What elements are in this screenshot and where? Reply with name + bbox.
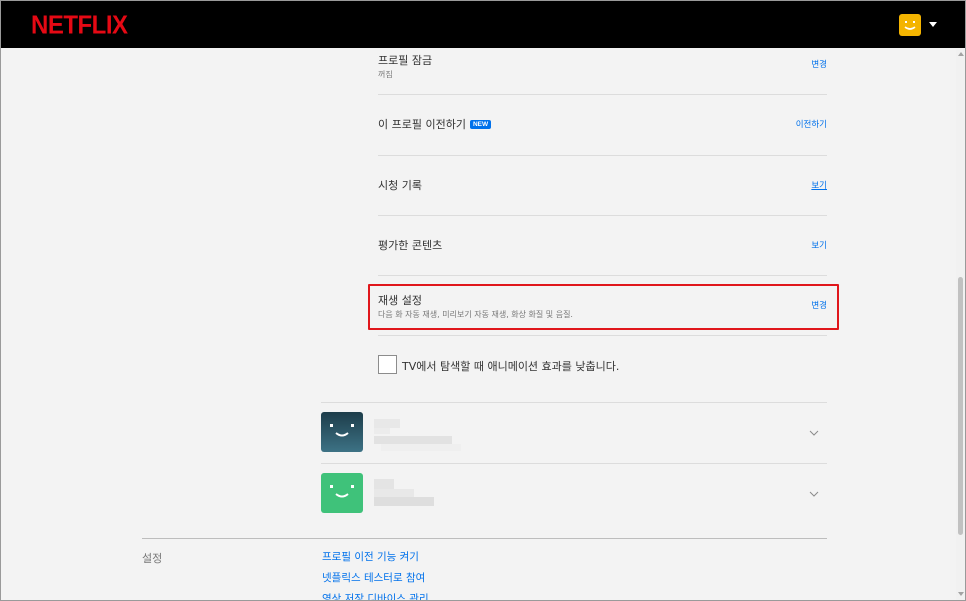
- profile-lock-title: 프로필 잠금: [378, 54, 433, 67]
- divider: [321, 463, 827, 464]
- playback-settings-change-link[interactable]: 변경: [811, 299, 827, 311]
- divider: [378, 94, 827, 95]
- account-menu-button[interactable]: [899, 14, 939, 38]
- playback-settings-title: 재생 설정: [378, 294, 422, 307]
- chevron-down-icon[interactable]: [809, 428, 819, 438]
- reduce-animations-label[interactable]: TV에서 탐색할 때 애니메이션 효과를 낮춥니다.: [402, 358, 619, 374]
- vertical-scrollbar[interactable]: [956, 49, 965, 600]
- playback-settings-row: 재생 설정 다음 화 자동 재생, 미리보기 자동 재생, 화상 화질 및 음질…: [378, 291, 827, 323]
- divider: [321, 402, 827, 403]
- divider: [378, 155, 827, 156]
- ratings-title: 평가한 콘텐츠: [378, 239, 443, 252]
- divider: [378, 275, 827, 276]
- transfer-profile-row: 이 프로필 이전하기 NEW 이전하기: [378, 113, 827, 137]
- smiley-avatar-icon: [321, 473, 363, 513]
- smiley-avatar-icon: [321, 412, 363, 452]
- profile-lock-status: 꺼짐: [378, 70, 393, 79]
- browser-viewport: NETFLIX 프로필 잠금 꺼짐 변경 이 프로필 이전하기 NEW 이전하기 …: [0, 0, 966, 601]
- top-nav: NETFLIX: [1, 1, 965, 48]
- join-test-participation-link[interactable]: 넷플릭스 테스터로 참여: [322, 570, 425, 585]
- profile-avatar-icon: [899, 14, 921, 36]
- playback-settings-description: 다음 화 자동 재생, 미리보기 자동 재생, 화상 화질 및 음질.: [378, 310, 573, 319]
- divider: [378, 215, 827, 216]
- manage-download-devices-link[interactable]: 영상 저장 디바이스 관리: [322, 591, 429, 600]
- caret-down-icon: [929, 22, 937, 27]
- chevron-down-icon[interactable]: [809, 489, 819, 499]
- netflix-logo[interactable]: NETFLIX: [31, 11, 128, 41]
- settings-divider: [142, 538, 827, 539]
- scrollbar-thumb[interactable]: [958, 277, 963, 535]
- ratings-row: 평가한 콘텐츠 보기: [378, 233, 827, 257]
- profile-lock-change-link[interactable]: 변경: [811, 58, 827, 70]
- scroll-down-arrow-icon[interactable]: [958, 592, 964, 596]
- profile-lock-row: 프로필 잠금 꺼짐 변경: [378, 51, 827, 91]
- ratings-view-link[interactable]: 보기: [811, 239, 827, 251]
- new-badge: NEW: [469, 120, 492, 129]
- transfer-profile-title: 이 프로필 이전하기: [378, 118, 466, 131]
- scroll-up-arrow-icon[interactable]: [958, 52, 964, 56]
- viewing-history-title: 시청 기록: [378, 179, 422, 192]
- profile-row[interactable]: [321, 473, 827, 517]
- transfer-profile-link[interactable]: 이전하기: [796, 118, 827, 130]
- settings-heading: 설정: [142, 552, 163, 565]
- reduce-animations-checkbox[interactable]: [378, 355, 397, 374]
- viewing-history-row: 시청 기록 보기: [378, 173, 827, 197]
- profile-row[interactable]: [321, 412, 827, 456]
- divider: [378, 335, 827, 336]
- enable-profile-transfer-link[interactable]: 프로필 이전 기능 켜기: [322, 549, 419, 564]
- viewing-history-view-link[interactable]: 보기: [811, 179, 827, 191]
